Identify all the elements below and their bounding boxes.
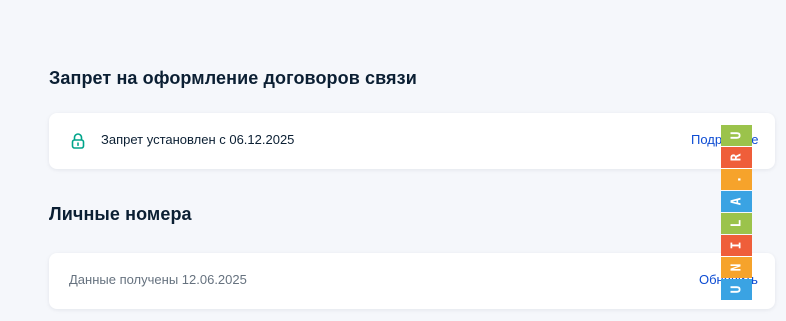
watermark-cell: I [721,235,752,256]
watermark-cell: L [721,213,752,234]
ban-status-text: Запрет установлен с 06.12.2025 [101,132,295,147]
watermark-cell: . [721,169,752,190]
watermark-cell: R [721,147,752,168]
numbers-status-card: Данные получены 12.06.2025 Обновить [49,253,775,309]
watermark-cell: U [721,279,752,300]
ban-status-card: Запрет установлен с 06.12.2025 Подробнее [49,113,775,169]
numbers-status-text: Данные получены 12.06.2025 [69,272,247,287]
watermark-cell: U [721,125,752,146]
section-title-numbers: Личные номера [49,204,192,224]
watermark-cell: N [721,257,752,278]
watermark: U R . A L I N U [721,125,752,300]
lock-icon [71,133,85,149]
section-title-ban: Запрет на оформление договоров связи [49,68,417,88]
watermark-cell: A [721,191,752,212]
